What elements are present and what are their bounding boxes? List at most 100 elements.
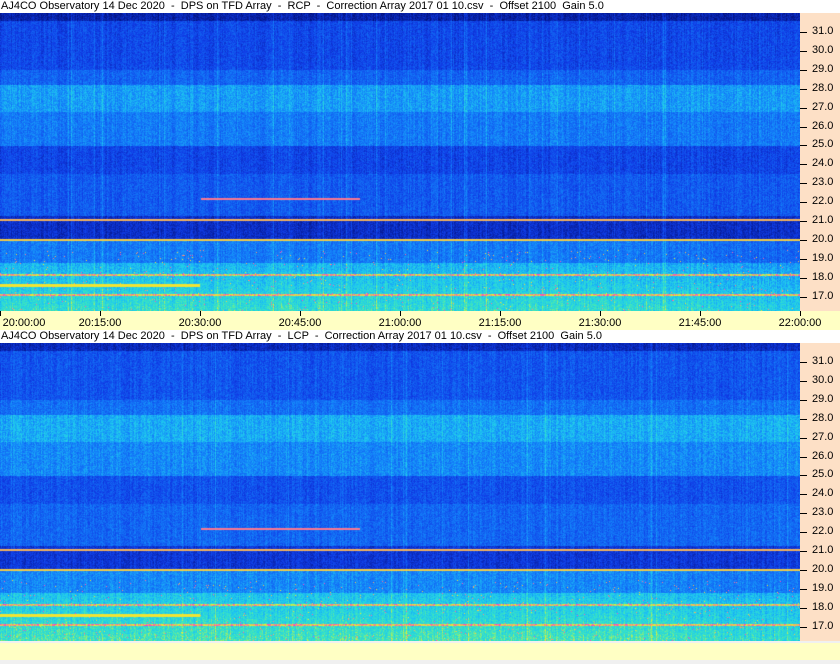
freq-tick-label: 30.0 (812, 373, 834, 386)
freq-tick: 31.0 (800, 355, 840, 367)
freq-tick: 23.0 (800, 506, 840, 518)
bottom-strip (0, 643, 840, 660)
freq-tick: 26.0 (800, 120, 840, 132)
tick-mark (800, 183, 807, 185)
time-tick-mark (700, 311, 701, 316)
tick-mark (800, 418, 807, 420)
freq-tick: 23.0 (800, 176, 840, 188)
freq-tick: 24.0 (800, 487, 840, 499)
frequency-axis-rcp: 31.0 30.0 29.0 28.0 27.0 26.0 25.0 24.0 23.0 22.0… (800, 13, 840, 311)
time-tick-label: 20:00:00 (2, 317, 46, 329)
freq-tick-label: 28.0 (812, 81, 834, 94)
freq-tick: 18.0 (800, 271, 840, 283)
freq-tick-label: 18.0 (812, 270, 834, 283)
tick-mark (800, 569, 807, 571)
freq-tick: 26.0 (800, 450, 840, 462)
freq-tick-label: 19.0 (812, 251, 834, 264)
freq-tick-label: 20.0 (812, 232, 834, 245)
freq-tick-label: 29.0 (812, 392, 834, 405)
freq-tick: 30.0 (800, 44, 840, 56)
time-tick-label: 20:15:00 (78, 317, 122, 329)
freq-tick-label: 21.0 (812, 544, 834, 556)
freq-tick-label: 31.0 (812, 25, 834, 37)
time-tick-label: 20:30:00 (178, 317, 222, 329)
freq-tick-label: 22.0 (812, 525, 834, 538)
tick-mark (800, 494, 807, 496)
freq-tick-label: 29.0 (812, 62, 834, 75)
freq-tick: 17.0 (800, 620, 840, 632)
freq-tick: 31.0 (800, 25, 840, 37)
time-tick-label: 21:30:00 (578, 317, 622, 329)
time-tick-label: 20:45:00 (278, 317, 322, 329)
freq-tick-label: 19.0 (812, 581, 834, 594)
tick-mark (800, 588, 807, 590)
frequency-axis-lcp: 31.0 30.0 29.0 28.0 27.0 26.0 25.0 24.0 23.0 22.0… (800, 343, 840, 641)
time-tick-mark (800, 311, 801, 316)
time-tick-mark (400, 311, 401, 316)
freq-tick-label: 31.0 (812, 355, 834, 367)
time-tick-label: 21:15:00 (478, 317, 522, 329)
tick-mark (800, 475, 807, 477)
time-tick-label: 21:00:00 (378, 317, 422, 329)
tick-mark (800, 551, 807, 552)
freq-tick-label: 28.0 (812, 411, 834, 424)
freq-tick-label: 25.0 (812, 468, 834, 481)
tick-mark (800, 202, 807, 204)
freq-tick-label: 25.0 (812, 138, 834, 151)
freq-tick-label: 27.0 (812, 100, 834, 113)
freq-tick-label: 17.0 (812, 289, 834, 302)
freq-tick: 27.0 (800, 101, 840, 113)
tick-mark (800, 221, 807, 222)
freq-tick: 20.0 (800, 233, 840, 245)
time-tick-mark (0, 311, 1, 316)
freq-tick: 21.0 (800, 544, 840, 556)
freq-tick-label: 21.0 (812, 214, 834, 226)
freq-tick: 29.0 (800, 63, 840, 75)
freq-tick: 21.0 (800, 214, 840, 226)
tick-mark (800, 513, 807, 515)
spectrogram-lcp (0, 343, 800, 641)
tick-mark (800, 126, 807, 128)
tick-mark (800, 456, 807, 458)
tick-mark (800, 164, 807, 166)
freq-tick: 28.0 (800, 412, 840, 424)
freq-tick-label: 20.0 (812, 562, 834, 575)
tick-mark (800, 145, 807, 147)
tick-mark (800, 239, 807, 241)
tick-mark (800, 532, 807, 534)
freq-tick: 18.0 (800, 601, 840, 613)
time-tick-mark (100, 311, 101, 316)
freq-tick-label: 30.0 (812, 43, 834, 56)
freq-tick-label: 26.0 (812, 449, 834, 462)
freq-tick: 30.0 (800, 374, 840, 386)
freq-tick-label: 18.0 (812, 600, 834, 613)
freq-tick-label: 23.0 (812, 176, 834, 189)
tick-mark (800, 437, 807, 439)
time-tick-mark (600, 311, 601, 316)
spectrogram-rcp (0, 13, 800, 311)
tick-mark (800, 32, 807, 33)
panel-title-lcp: AJ4CO Observatory 14 Dec 2020 - DPS on T… (0, 330, 840, 343)
tick-mark (800, 69, 807, 71)
tick-mark (800, 607, 807, 609)
freq-tick-label: 27.0 (812, 430, 834, 443)
tick-mark (800, 277, 807, 279)
freq-tick: 25.0 (800, 468, 840, 480)
time-tick-mark (200, 311, 201, 316)
time-tick-mark (500, 311, 501, 316)
freq-tick-label: 22.0 (812, 195, 834, 208)
freq-tick-label: 26.0 (812, 119, 834, 132)
tick-mark (800, 399, 807, 401)
freq-tick: 24.0 (800, 157, 840, 169)
panel-title-rcp: AJ4CO Observatory 14 Dec 2020 - DPS on T… (0, 0, 840, 13)
freq-tick: 19.0 (800, 582, 840, 594)
freq-tick: 17.0 (800, 290, 840, 302)
freq-tick: 25.0 (800, 138, 840, 150)
freq-tick: 28.0 (800, 82, 840, 94)
time-tick-mark (300, 311, 301, 316)
tick-mark (800, 107, 807, 109)
freq-tick: 22.0 (800, 195, 840, 207)
freq-tick-label: 17.0 (812, 619, 834, 632)
tick-mark (800, 362, 807, 363)
tick-mark (800, 380, 807, 382)
